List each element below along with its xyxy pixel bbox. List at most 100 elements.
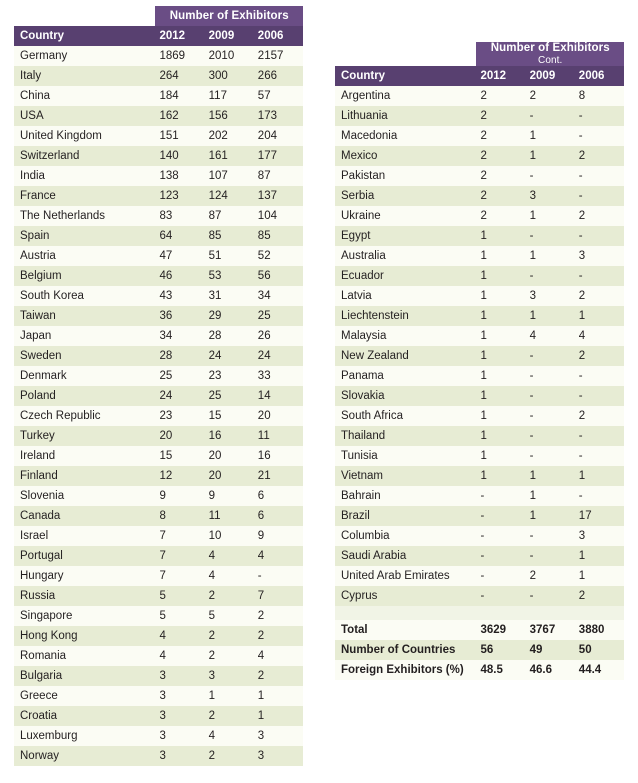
cell-2012: - (476, 486, 526, 506)
cell-country: Cyprus (335, 586, 477, 606)
cell-2009: 28 (204, 326, 254, 346)
cell-2012: 264 (155, 66, 205, 86)
cell-2006: 2 (574, 146, 624, 166)
cell-2012: 2 (476, 166, 526, 186)
cell-country: Bulgaria (14, 666, 156, 686)
cell-2009: 3 (204, 666, 254, 686)
table-row: Croatia 3 2 1 (14, 706, 303, 726)
cell-country: The Netherlands (14, 206, 156, 226)
cell-2006: 3 (574, 526, 624, 546)
cell-2012: 34 (155, 326, 205, 346)
summary-row: Total 3629 3767 3880 (335, 620, 624, 640)
cell-2012: - (476, 526, 526, 546)
table-row: Thailand 1- - (335, 426, 624, 446)
cell-2012: 1 (476, 286, 526, 306)
cell-2006: 266 (253, 66, 303, 86)
right-table-banner-row: Number of Exhibitors Cont. (335, 42, 624, 66)
cell-country: Thailand (335, 426, 477, 446)
table-row: South Africa 1-2 (335, 406, 624, 426)
cell-2012: 1 (476, 306, 526, 326)
cell-2009: 117 (204, 86, 254, 106)
spacer-cell (335, 606, 477, 620)
cell-2006: 1 (574, 546, 624, 566)
cell-2012: 5 (155, 606, 205, 626)
table-row: Ireland 15 20 16 (14, 446, 303, 466)
cell-2009: 5 (204, 606, 254, 626)
cell-2009: 2 (525, 86, 575, 106)
cell-2012: 123 (155, 186, 205, 206)
table-row: Czech Republic 23 15 20 (14, 406, 303, 426)
cell-2006: - (574, 226, 624, 246)
cell-country: Ireland (14, 446, 156, 466)
cell-country: Malaysia (335, 326, 477, 346)
cell-2006: - (574, 186, 624, 206)
cell-2012: 3 (155, 686, 205, 706)
left-col-header-2006: 2006 (253, 26, 303, 46)
cell-2009: 11 (204, 506, 254, 526)
cell-2012: 12 (155, 466, 205, 486)
cell-2009: 2 (204, 586, 254, 606)
cell-2012: 23 (155, 406, 205, 426)
table-row: Singapore 5 5 2 (14, 606, 303, 626)
cell-2009: 3 (525, 186, 575, 206)
cell-2009: 2 (204, 706, 254, 726)
cell-2006: 16 (253, 446, 303, 466)
cell-2012: 1 (476, 446, 526, 466)
cell-2006: 87 (253, 166, 303, 186)
cell-country: Lithuania (335, 106, 477, 126)
cell-country: Singapore (14, 606, 156, 626)
cell-2012: 2 (476, 126, 526, 146)
left-col-header-country: Country (14, 26, 156, 46)
cell-2012: - (476, 506, 526, 526)
cell-2006: 33 (253, 366, 303, 386)
table-row: Canada 8 11 6 (14, 506, 303, 526)
cell-2009: 1 (525, 506, 575, 526)
table-row: Hungary 7 4- (14, 566, 303, 586)
cell-summary-2006: 44.4 (574, 660, 624, 680)
table-row: Malaysia 1 4 4 (335, 326, 624, 346)
cell-2006: 7 (253, 586, 303, 606)
cell-2006: 1 (574, 466, 624, 486)
cell-2012: 184 (155, 86, 205, 106)
cell-country: Australia (335, 246, 477, 266)
left-exhibitors-table-container: Number of Exhibitors Country 2012 2009 2… (14, 6, 303, 766)
table-row: Lithuania 2- - (335, 106, 624, 126)
cell-country: New Zealand (335, 346, 477, 366)
cell-country: Romania (14, 646, 156, 666)
cell-2006: 34 (253, 286, 303, 306)
cell-2006: 4 (253, 646, 303, 666)
cell-country: Canada (14, 506, 156, 526)
cell-2009: 1 (525, 486, 575, 506)
cell-2012: 5 (155, 586, 205, 606)
cell-2012: 1 (476, 266, 526, 286)
cell-country: Israel (14, 526, 156, 546)
cell-2009: 4 (204, 546, 254, 566)
cell-2012: 15 (155, 446, 205, 466)
table-row: Serbia 2 3- (335, 186, 624, 206)
cell-2012: 20 (155, 426, 205, 446)
cell-2012: 25 (155, 366, 205, 386)
cell-2009: 202 (204, 126, 254, 146)
cell-summary-2012: 48.5 (476, 660, 526, 680)
cell-country: Macedonia (335, 126, 477, 146)
cell-2006: 6 (253, 486, 303, 506)
table-row: Ecuador 1- - (335, 266, 624, 286)
cell-2006: 177 (253, 146, 303, 166)
cell-2009: 2 (204, 626, 254, 646)
cell-country: Belgium (14, 266, 156, 286)
cell-2009: - (525, 526, 575, 546)
cell-country: Mexico (335, 146, 477, 166)
cell-2012: 3 (155, 706, 205, 726)
cell-2012: 7 (155, 526, 205, 546)
table-row: India 138 107 87 (14, 166, 303, 186)
cell-2012: 7 (155, 566, 205, 586)
table-row: South Korea 43 31 34 (14, 286, 303, 306)
table-row: Latvia 1 3 2 (335, 286, 624, 306)
table-row: Italy 264 300 266 (14, 66, 303, 86)
cell-2006: - (574, 126, 624, 146)
cell-country: Hungary (14, 566, 156, 586)
cell-country: China (14, 86, 156, 106)
table-row: Finland 12 20 21 (14, 466, 303, 486)
table-row: Germany 1869 2010 2157 (14, 46, 303, 66)
right-table-body: Argentina 2 2 8 Lithuania 2- - Macedonia 2 1- Mexi… (335, 86, 624, 680)
